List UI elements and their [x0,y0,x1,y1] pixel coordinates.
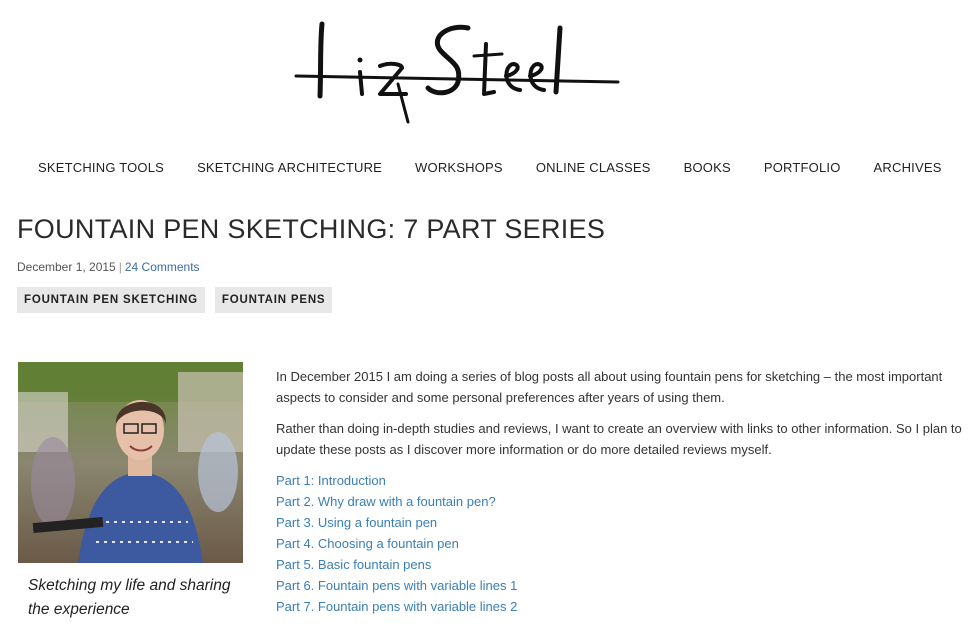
nav-sketching-tools[interactable]: SKETCHING TOOLS [38,160,164,175]
list-item: Part 7. Fountain pens with variable line… [276,596,966,617]
nav-portfolio[interactable]: PORTFOLIO [764,160,841,175]
part-7-link[interactable]: Part 7. Fountain pens with variable line… [276,599,517,614]
list-item: Part 6. Fountain pens with variable line… [276,575,966,596]
post-title: FOUNTAIN PEN SKETCHING: 7 PART SERIES [17,214,606,244]
list-item: Part 3. Using a fountain pen [276,512,966,533]
author-photo [18,362,243,563]
list-item: Part 2. Why draw with a fountain pen? [276,491,966,512]
logo-signature [294,21,620,124]
nav-books[interactable]: BOOKS [684,160,731,175]
list-item: Part 1: Introduction [276,470,966,491]
part-5-link[interactable]: Part 5. Basic fountain pens [276,557,431,572]
part-2-link[interactable]: Part 2. Why draw with a fountain pen? [276,494,496,509]
post-tags: FOUNTAIN PEN SKETCHING FOUNTAIN PENS [17,287,333,313]
intro-paragraph: In December 2015 I am doing a series of … [276,369,943,405]
site-logo[interactable] [290,14,630,134]
nav-sketching-architecture[interactable]: SKETCHING ARCHITECTURE [197,160,382,175]
part-3-link[interactable]: Part 3. Using a fountain pen [276,515,437,530]
nav-workshops[interactable]: WORKSHOPS [415,160,503,175]
series-parts-list: Part 1: Introduction Part 2. Why draw wi… [276,470,966,617]
part-4-link[interactable]: Part 4. Choosing a fountain pen [276,536,459,551]
meta-separator: | [118,260,122,274]
photo-caption: Sketching my life and sharing the experi… [28,577,231,618]
post-content: In December 2015 I am doing a series of … [276,366,966,617]
list-item: Part 5. Basic fountain pens [276,554,966,575]
overview-paragraph: Rather than doing in-depth studies and r… [276,421,962,457]
part-1-link[interactable]: Part 1: Introduction [276,473,386,488]
main-nav: SKETCHING TOOLS SKETCHING ARCHITECTURE W… [38,160,969,175]
comments-link[interactable]: 24 Comments [125,260,200,274]
list-item: Part 4. Choosing a fountain pen [276,533,966,554]
part-6-link[interactable]: Part 6. Fountain pens with variable line… [276,578,517,593]
nav-online-classes[interactable]: ONLINE CLASSES [536,160,651,175]
tag-fountain-pens[interactable]: FOUNTAIN PENS [214,287,333,313]
post-date: December 1, 2015 [17,260,116,274]
nav-archives[interactable]: ARCHIVES [874,160,942,175]
post-meta: December 1, 2015 | 24 Comments [17,260,200,274]
tag-fountain-pen-sketching[interactable]: FOUNTAIN PEN SKETCHING [17,287,205,313]
